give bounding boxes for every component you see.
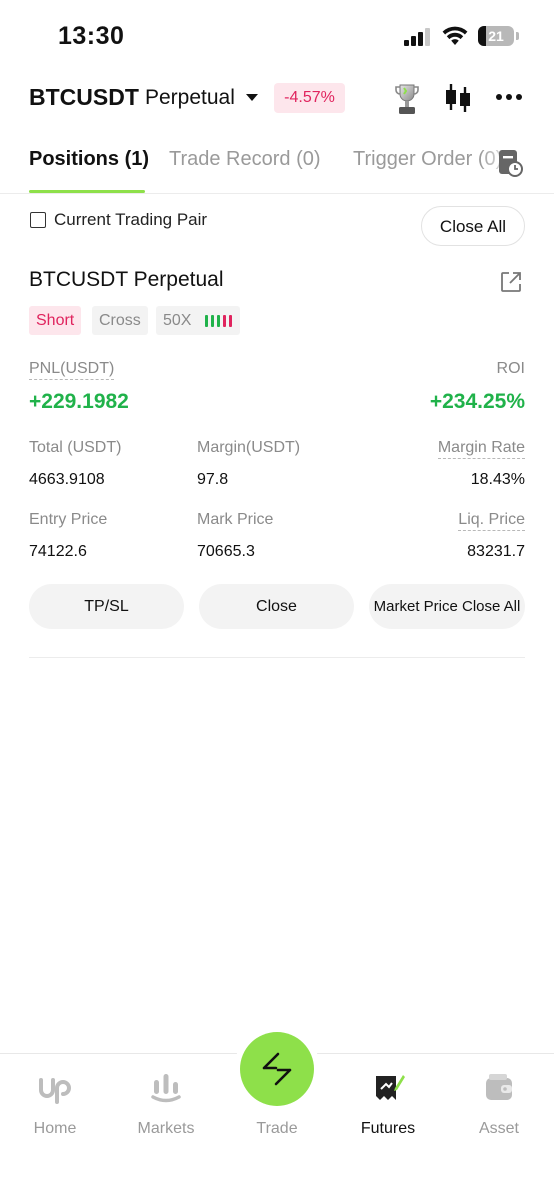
- home-logo-icon: [39, 1078, 71, 1104]
- nav-markets[interactable]: Markets: [111, 1054, 221, 1154]
- active-tab-indicator: [29, 190, 145, 193]
- share-icon[interactable]: [499, 270, 523, 294]
- entry-price-label: Entry Price: [29, 511, 108, 528]
- margin-value: 97.8: [197, 471, 229, 488]
- contract-type[interactable]: Perpetual: [145, 86, 235, 110]
- nav-futures-label: Futures: [360, 1120, 416, 1137]
- margin-label: Margin(USDT): [197, 439, 301, 456]
- current-pair-checkbox[interactable]: [30, 212, 46, 228]
- cellular-signal-icon: [404, 28, 434, 46]
- pnl-value: +229.1982: [29, 390, 129, 413]
- side-tag: Short: [29, 306, 82, 335]
- status-bar: 13:30 21: [0, 0, 554, 70]
- position-title: BTCUSDT Perpetual: [29, 268, 224, 291]
- battery-level: 21: [488, 28, 504, 44]
- trade-icon: [262, 1052, 292, 1086]
- margin-rate-value: 18.43%: [470, 471, 525, 488]
- candlestick-icon[interactable]: [443, 82, 473, 114]
- tab-positions[interactable]: Positions (1): [29, 148, 149, 171]
- trophy-icon[interactable]: [393, 82, 421, 116]
- close-all-button[interactable]: Close All: [421, 206, 525, 246]
- nav-home-label: Home: [33, 1120, 77, 1137]
- order-history-icon[interactable]: [497, 148, 523, 178]
- tab-trade-record[interactable]: Trade Record (0): [169, 148, 321, 171]
- status-time: 13:30: [58, 22, 125, 50]
- margin-rate-label[interactable]: Margin Rate: [437, 439, 525, 459]
- leverage-level-icon: [205, 315, 237, 327]
- futures-icon: [376, 1075, 405, 1100]
- markets-icon: [151, 1074, 181, 1103]
- wifi-icon: [442, 26, 468, 45]
- liq-price-value: 83231.7: [467, 543, 525, 560]
- nav-home[interactable]: Home: [0, 1054, 110, 1154]
- wallet-icon: [486, 1074, 512, 1100]
- roi-value: +234.25%: [429, 390, 525, 413]
- total-value: 4663.9108: [29, 471, 105, 488]
- nav-futures[interactable]: Futures: [333, 1054, 443, 1154]
- nav-asset-label: Asset: [478, 1120, 519, 1137]
- battery-cap: [516, 32, 519, 40]
- nav-trade-label: Trade: [256, 1120, 298, 1137]
- pair-selector[interactable]: BTCUSDT: [29, 84, 139, 111]
- nav-asset[interactable]: Asset: [444, 1054, 554, 1154]
- mark-price-label: Mark Price: [197, 511, 274, 528]
- divider: [29, 657, 525, 658]
- header: BTCUSDT Perpetual -4.57%: [0, 72, 554, 122]
- price-change-badge: -4.57%: [274, 83, 345, 113]
- close-position-button[interactable]: Close: [199, 584, 354, 629]
- mark-price-value: 70665.3: [197, 543, 255, 560]
- more-icon[interactable]: [496, 94, 524, 102]
- pnl-label[interactable]: PNL(USDT): [29, 360, 115, 380]
- roi-label: ROI: [496, 360, 525, 377]
- battery-icon: 21: [478, 26, 514, 46]
- entry-price-value: 74122.6: [29, 543, 87, 560]
- market-close-all-button[interactable]: Market Price Close All: [369, 584, 525, 629]
- position-tabs: Positions (1) Trade Record (0) Trigger O…: [0, 140, 554, 194]
- current-pair-label[interactable]: Current Trading Pair: [54, 210, 207, 230]
- nav-markets-label: Markets: [137, 1120, 195, 1137]
- liq-price-label[interactable]: Liq. Price: [458, 511, 525, 531]
- trade-button[interactable]: [240, 1032, 314, 1106]
- margin-mode-tag: Cross: [92, 306, 148, 335]
- chevron-down-icon[interactable]: [246, 94, 258, 101]
- tpsl-button[interactable]: TP/SL: [29, 584, 184, 629]
- total-label: Total (USDT): [29, 439, 122, 456]
